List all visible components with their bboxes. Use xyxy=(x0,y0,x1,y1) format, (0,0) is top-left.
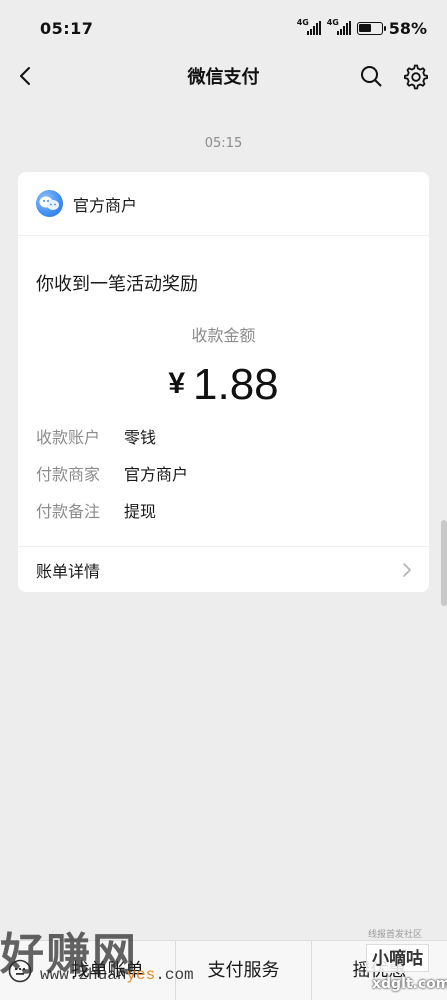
currency-symbol: ¥ xyxy=(168,367,186,400)
signal-icon-2: 4G xyxy=(326,18,351,35)
detail-key: 收款账户 xyxy=(36,428,101,447)
detail-key: 付款备注 xyxy=(36,502,101,521)
detail-key: 付款商家 xyxy=(36,465,101,484)
merchant-name: 官方商户 xyxy=(73,195,138,215)
status-time: 05:17 xyxy=(40,18,94,38)
tab-bill[interactable]: 找单账单 xyxy=(40,941,175,1000)
tab-shake-offers[interactable]: 摇优惠 xyxy=(311,940,447,1000)
battery-fill xyxy=(359,24,372,32)
gear-icon[interactable] xyxy=(403,64,429,90)
payment-message-card[interactable]: 官方商户 你收到一笔活动奖励 收款金额 ¥1.88 收款账户 零钱 付款商家 官… xyxy=(18,172,429,592)
watermark-right-tag: 线报首发社区 xyxy=(368,930,423,940)
scrollbar[interactable] xyxy=(441,520,447,606)
merchant-avatar xyxy=(36,190,63,217)
message-title: 你收到一笔活动奖励 xyxy=(36,274,198,295)
bill-detail-link[interactable]: 账单详情 xyxy=(18,546,429,592)
detail-row-merchant: 付款商家 官方商户 xyxy=(36,461,188,485)
message-timestamp: 05:15 xyxy=(204,136,243,151)
nav-bar: 微信支付 xyxy=(0,56,447,96)
battery-icon xyxy=(356,21,386,35)
bill-detail-label: 账单详情 xyxy=(36,561,101,581)
status-bar: 05:17 4G 4G 58% xyxy=(0,0,447,56)
amount-number: 1.88 xyxy=(193,360,279,409)
amount-label: 收款金额 xyxy=(191,326,256,345)
chevron-left-icon[interactable] xyxy=(14,64,38,88)
bottom-menu-bar: 找单账单 支付服务 摇优惠 xyxy=(0,940,447,1000)
keyboard-icon[interactable] xyxy=(0,959,40,983)
detail-row-remark: 付款备注 提现 xyxy=(36,498,156,522)
detail-value: 零钱 xyxy=(124,428,157,447)
chevron-right-icon xyxy=(403,562,411,577)
merchant-logo-icon xyxy=(39,196,59,210)
signal-icon: 4G xyxy=(296,18,321,35)
detail-value: 提现 xyxy=(124,502,157,521)
network-type-1: 4G xyxy=(296,18,309,27)
detail-value: 官方商户 xyxy=(124,465,189,484)
status-indicators: 4G 4G 58% xyxy=(296,18,427,38)
amount-value: ¥1.88 xyxy=(18,360,429,410)
network-type-2: 4G xyxy=(326,18,339,27)
page-title: 微信支付 xyxy=(187,67,260,88)
search-icon[interactable] xyxy=(359,64,383,88)
tab-payment-services[interactable]: 支付服务 xyxy=(175,940,311,1000)
merchant-header[interactable]: 官方商户 xyxy=(18,172,429,236)
battery-percent: 58% xyxy=(388,18,427,38)
detail-row-account: 收款账户 零钱 xyxy=(36,424,156,448)
